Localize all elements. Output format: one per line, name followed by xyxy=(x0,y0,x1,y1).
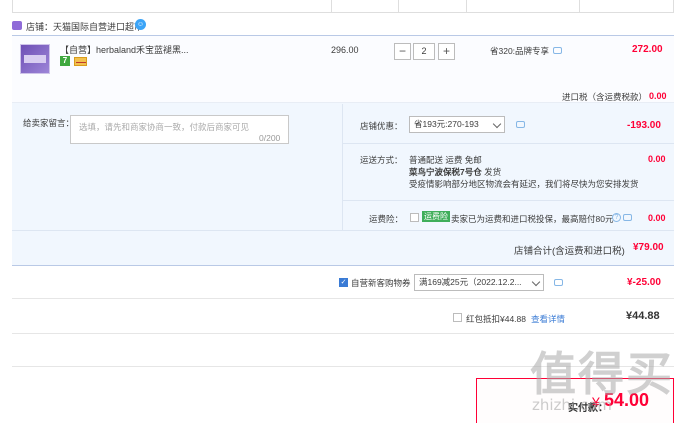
coupon-label: 自营新客购物券 xyxy=(351,278,411,288)
product-title[interactable]: 【自营】herbaland禾宝蓝褪黑... xyxy=(60,43,190,56)
message-char-count: 0/200 xyxy=(259,133,281,143)
seven-day-return-icon: 7 xyxy=(60,56,70,66)
hongbao-value: ¥44.88 xyxy=(626,310,660,322)
comment-icon[interactable] xyxy=(553,47,562,54)
hongbao-label: 红包抵扣¥44.88 xyxy=(466,314,526,324)
watermark-logo: 值得买 xyxy=(530,347,674,401)
discount-select[interactable]: 省193元:270-193 xyxy=(409,116,505,133)
row-divider xyxy=(343,200,674,201)
shipping-method: 普通配送 运费 免邮 xyxy=(409,155,482,165)
promo-label: 省320:品牌专享 xyxy=(490,46,550,56)
insurance-badge: 运费险 xyxy=(422,211,450,222)
qty-increase-button[interactable]: + xyxy=(438,43,455,60)
insurance-text: 卖家已为运费和进口税投保，最高赔付80元 xyxy=(451,214,614,224)
item-subtotal: 272.00 xyxy=(632,44,663,55)
column-tick xyxy=(12,0,13,12)
insurance-label: 运费险： xyxy=(369,214,404,224)
store-total-value: ¥79.00 xyxy=(633,242,664,253)
row-divider xyxy=(343,143,674,144)
coupon-select[interactable]: 满169减25元（2022.12.2... xyxy=(414,274,544,291)
chevron-down-icon xyxy=(531,277,541,287)
chat-icon[interactable]: ☺ xyxy=(135,19,146,30)
credit-card-icon xyxy=(74,57,87,66)
row-divider xyxy=(12,333,674,334)
discount-value: -193.00 xyxy=(627,120,661,131)
message-placeholder: 选填，请先和商家协商一致，付款后商家可见 xyxy=(79,122,250,132)
column-tick xyxy=(331,0,332,12)
store-total-label: 店铺合计(含运费和进口税) xyxy=(514,246,625,257)
coupon-value: ¥-25.00 xyxy=(627,277,661,288)
comment-icon[interactable] xyxy=(554,279,563,286)
options-divider xyxy=(342,104,343,230)
column-tick xyxy=(466,0,467,12)
help-icon[interactable]: ? xyxy=(612,213,621,222)
warehouse-name: 菜鸟宁波保税7号仓 xyxy=(409,167,482,177)
tax-value: 0.00 xyxy=(649,91,667,101)
column-tick xyxy=(398,0,399,12)
insurance-value: 0.00 xyxy=(648,213,666,223)
qty-input[interactable]: 2 xyxy=(413,43,435,60)
row-divider xyxy=(12,298,674,299)
shipping-value: 0.00 xyxy=(648,154,666,164)
store-icon xyxy=(12,21,22,30)
product-thumbnail[interactable] xyxy=(20,44,50,74)
column-tick xyxy=(579,0,580,12)
shipping-notice: 受疫情影响部分地区物流会有延迟，我们将尽快为您安排发货 xyxy=(409,179,639,189)
shipping-warehouse: 菜鸟宁波保税7号仓 发货 xyxy=(409,166,501,178)
coupon-checkbox[interactable]: ✓ xyxy=(339,278,348,287)
hongbao-checkbox[interactable] xyxy=(453,313,462,322)
top-divider xyxy=(12,12,674,13)
discount-selected: 省193元:270-193 xyxy=(414,119,479,129)
column-tick xyxy=(673,0,674,12)
coupon-selected: 满169减25元（2022.12.2... xyxy=(419,277,522,287)
watermark-url: zhizhi.com xyxy=(532,396,612,414)
comment-icon[interactable] xyxy=(623,214,632,221)
warehouse-suffix: 发货 xyxy=(484,167,502,177)
chevron-down-icon xyxy=(492,119,502,129)
unit-price: 296.00 xyxy=(331,45,359,55)
shipping-label: 运送方式： xyxy=(360,155,403,165)
tax-label: 进口税（含运费税款） xyxy=(562,92,648,102)
store-name[interactable]: 店铺：天猫国际自营进口超市 xyxy=(26,20,143,33)
discount-label: 店铺优惠： xyxy=(360,121,403,131)
qty-decrease-button[interactable]: − xyxy=(394,43,411,60)
comment-icon[interactable] xyxy=(516,121,525,128)
hongbao-details-link[interactable]: 查看详情 xyxy=(531,313,565,325)
message-label: 给卖家留言： xyxy=(23,118,75,128)
insurance-checkbox[interactable] xyxy=(410,213,419,222)
row-divider xyxy=(12,230,674,231)
